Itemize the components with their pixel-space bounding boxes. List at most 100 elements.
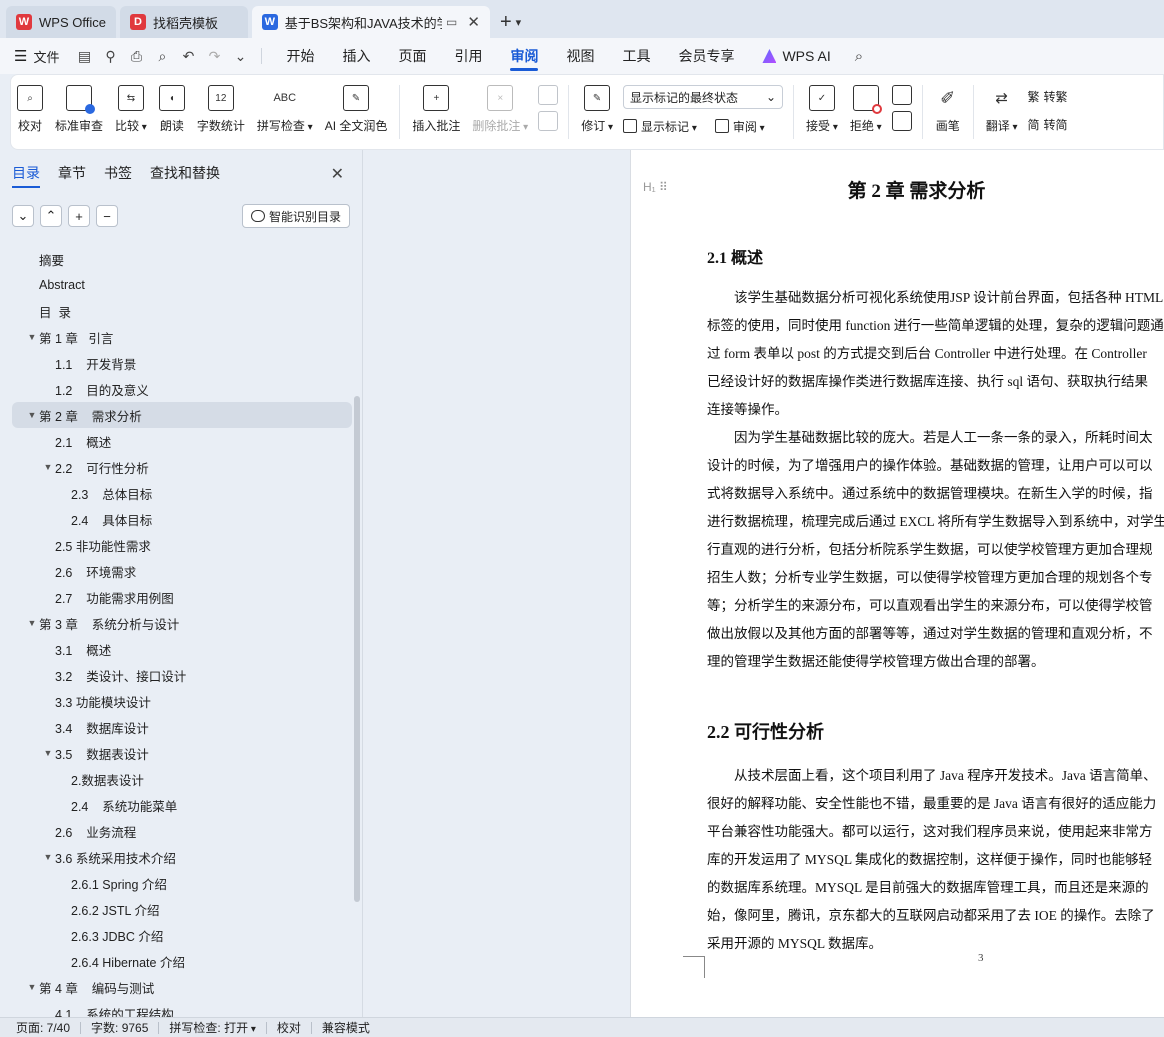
tab-view[interactable]: 视图	[566, 38, 594, 74]
toc-item[interactable]: 2.4 系统功能菜单	[12, 792, 352, 818]
toc-item[interactable]: 2.4 具体目标	[12, 506, 352, 532]
markup-select[interactable]: 显示标记的最终状态 ⌄	[623, 85, 784, 109]
tab-review[interactable]: 审阅	[510, 38, 539, 74]
proofread-status[interactable]: 校对	[277, 1019, 301, 1036]
toc-item[interactable]: 2.1 概述	[12, 428, 352, 454]
add-heading-icon[interactable]: +	[68, 205, 90, 227]
toc-item[interactable]: 2.7 功能需求用例图	[12, 584, 352, 610]
page-indicator[interactable]: 页面: 7/40	[16, 1019, 70, 1036]
redo-icon[interactable]: ↷	[203, 45, 225, 67]
expand-arrow-icon[interactable]: ▼	[41, 852, 55, 862]
toc-item[interactable]: 摘要	[12, 246, 352, 272]
toc-item[interactable]: ▼ 第 1 章 引言	[12, 324, 352, 350]
delete-comment-button[interactable]: × 删除批注	[466, 81, 534, 149]
next-comment-icon[interactable]	[538, 111, 559, 131]
close-icon[interactable]: ✕	[467, 13, 480, 31]
toc-item[interactable]: 3.4 数据库设计	[12, 714, 352, 740]
tab-home[interactable]: 开始	[286, 38, 314, 74]
to-traditional-button[interactable]: 繁转繁	[1028, 85, 1068, 107]
track-changes-button[interactable]: ✎ 修订	[575, 81, 619, 149]
tab-wps-office[interactable]: W WPS Office	[6, 6, 116, 38]
tab-template[interactable]: D 找稻壳模板	[119, 6, 248, 38]
monitor-icon[interactable]: ▭	[446, 15, 457, 29]
print-icon[interactable]: ⎙	[125, 45, 147, 67]
nav-tab-bookmarks[interactable]: 书签	[104, 158, 132, 188]
tab-insert[interactable]: 插入	[342, 38, 370, 74]
word-count-button[interactable]: 12 字数统计	[191, 81, 251, 149]
chevron-down-icon[interactable]: ⌄	[229, 45, 251, 67]
search-icon[interactable]: ⌕	[855, 48, 863, 65]
share-icon[interactable]: ⚲	[99, 45, 121, 67]
document-page[interactable]: H₁ ⠿ 第 2 章 需求分析 2.1 概述 该学生基础数据分析可视化系统使用J…	[630, 150, 1164, 1017]
previous-change-icon[interactable]	[891, 85, 912, 105]
tab-page[interactable]: 页面	[398, 38, 426, 74]
collapse-icon[interactable]: ⌃	[40, 205, 62, 227]
toc-item[interactable]: 目 录	[12, 298, 352, 324]
spell-check-button[interactable]: ABC 拼写检查	[251, 81, 319, 149]
toc-item[interactable]: ▼ 第 4 章 编码与测试	[12, 974, 352, 1000]
review-pane-button[interactable]: 审阅	[714, 115, 765, 137]
expand-arrow-icon[interactable]: ▼	[25, 332, 39, 342]
toc-item[interactable]: 3.3 功能模块设计	[12, 688, 352, 714]
word-count[interactable]: 字数: 9765	[91, 1019, 148, 1036]
toc-item[interactable]: 3.2 类设计、接口设计	[12, 662, 352, 688]
proofread-button[interactable]: ⌕ 校对	[11, 81, 49, 149]
ai-polish-button[interactable]: ✎ AI 全文润色	[319, 81, 394, 149]
tab-wps-ai[interactable]: WPS AI	[762, 38, 831, 74]
toc-item[interactable]: 2.6 业务流程	[12, 818, 352, 844]
expand-arrow-icon[interactable]: ▼	[41, 462, 55, 472]
read-aloud-button[interactable]: ◖ 朗读	[153, 81, 191, 149]
nav-tab-toc[interactable]: 目录	[12, 158, 40, 188]
file-menu[interactable]: ☰ 文件	[14, 47, 59, 66]
nav-tab-sections[interactable]: 章节	[58, 158, 86, 188]
expand-icon[interactable]: ⌄	[12, 205, 34, 227]
new-tab-button[interactable]: + ▾	[494, 6, 527, 38]
toc-item[interactable]: 2.数据表设计	[12, 766, 352, 792]
expand-arrow-icon[interactable]: ▼	[25, 618, 39, 628]
translate-button[interactable]: ⇄ 翻译	[980, 81, 1024, 149]
expand-arrow-icon[interactable]: ▼	[41, 748, 55, 758]
remove-heading-icon[interactable]: −	[96, 205, 118, 227]
standard-review-button[interactable]: 标准审查	[49, 81, 109, 149]
chevron-down-icon[interactable]: ▾	[516, 16, 522, 29]
toc-item[interactable]: ▼ 第 2 章 需求分析	[12, 402, 352, 428]
scrollbar[interactable]	[354, 396, 360, 902]
tab-membership[interactable]: 会员专享	[678, 38, 734, 74]
expand-arrow-icon[interactable]: ▼	[25, 410, 39, 420]
toc-item[interactable]: 4.1 系统的工程结构	[12, 1000, 352, 1018]
accept-button[interactable]: ✓ 接受	[800, 81, 844, 149]
toc-item[interactable]: Abstract	[12, 272, 352, 298]
save-icon[interactable]: ▤	[73, 45, 95, 67]
next-change-icon[interactable]	[891, 111, 912, 131]
toc-item[interactable]: 3.1 概述	[12, 636, 352, 662]
pen-button[interactable]: ✐ 画笔	[929, 81, 967, 149]
print-preview-icon[interactable]: ⌕	[151, 45, 173, 67]
show-markup-button[interactable]: 显示标记	[623, 115, 697, 137]
toc-item[interactable]: ▼ 2.2 可行性分析	[12, 454, 352, 480]
to-simplified-button[interactable]: 简转简	[1028, 113, 1068, 135]
toc-item[interactable]: ▼ 第 3 章 系统分析与设计	[12, 610, 352, 636]
toc-item[interactable]: 2.6.4 Hibernate 介绍	[12, 948, 352, 974]
previous-comment-icon[interactable]	[538, 85, 559, 105]
reject-button[interactable]: 拒绝	[844, 81, 888, 149]
tab-document[interactable]: W 基于BS架构和JAVA技术的学生 ▭ ✕	[251, 6, 490, 38]
tab-tools[interactable]: 工具	[622, 38, 650, 74]
toc-item[interactable]: ▼ 3.5 数据表设计	[12, 740, 352, 766]
toc-item[interactable]: 2.5 非功能性需求	[12, 532, 352, 558]
compare-button[interactable]: ⇆ 比较	[109, 81, 153, 149]
close-icon[interactable]: ✕	[331, 164, 344, 184]
toc-item[interactable]: 2.6.3 JDBC 介绍	[12, 922, 352, 948]
nav-tab-find-replace[interactable]: 查找和替换	[150, 158, 220, 188]
toc-item[interactable]: 2.6 环境需求	[12, 558, 352, 584]
toc-item[interactable]: 1.2 目的及意义	[12, 376, 352, 402]
insert-comment-button[interactable]: + 插入批注	[406, 81, 466, 149]
undo-icon[interactable]: ↶	[177, 45, 199, 67]
smart-toc-button[interactable]: 智能识别目录	[241, 204, 350, 228]
expand-arrow-icon[interactable]: ▼	[25, 982, 39, 992]
toc-item[interactable]: 2.6.2 JSTL 介绍	[12, 896, 352, 922]
toc-item[interactable]: 1.1 开发背景	[12, 350, 352, 376]
spell-check-status[interactable]: 拼写检查: 打开	[169, 1019, 255, 1036]
toc-item[interactable]: 2.3 总体目标	[12, 480, 352, 506]
toc-item[interactable]: 2.6.1 Spring 介绍	[12, 870, 352, 896]
toc-item[interactable]: ▼ 3.6 系统采用技术介绍	[12, 844, 352, 870]
